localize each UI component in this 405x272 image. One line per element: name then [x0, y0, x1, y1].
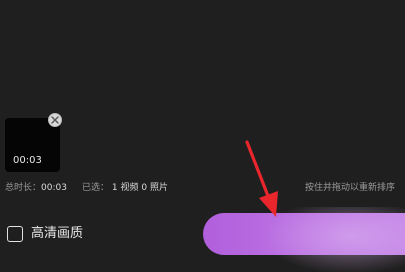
- video-count: 1: [111, 183, 118, 193]
- photo-count: 0: [141, 183, 148, 193]
- reorder-hint: 按住并拖动以重新排序: [304, 183, 395, 193]
- next-button[interactable]: [203, 213, 405, 255]
- total-duration-label: 总时长：: [5, 183, 42, 193]
- selected-count: 已选： 1 视频 0 照片: [82, 183, 168, 193]
- selected-label: 已选：: [82, 183, 110, 193]
- photo-unit: 照片: [150, 183, 169, 193]
- remove-media-button[interactable]: [48, 113, 62, 127]
- video-editor-screen: 00:03 总时长：00:03 已选： 1 视频 0 照片 按住并拖动以重新排序…: [0, 0, 405, 272]
- total-duration-value: 00:03: [41, 183, 67, 193]
- hd-quality-option[interactable]: 高清画质: [7, 226, 83, 242]
- hd-quality-label: 高清画质: [31, 226, 84, 241]
- close-icon: [51, 116, 59, 124]
- video-unit: 视频: [120, 183, 139, 193]
- thumbnail-duration: 00:03: [13, 155, 42, 166]
- total-duration: 总时长：00:03: [5, 183, 67, 193]
- hd-quality-checkbox[interactable]: [7, 226, 23, 242]
